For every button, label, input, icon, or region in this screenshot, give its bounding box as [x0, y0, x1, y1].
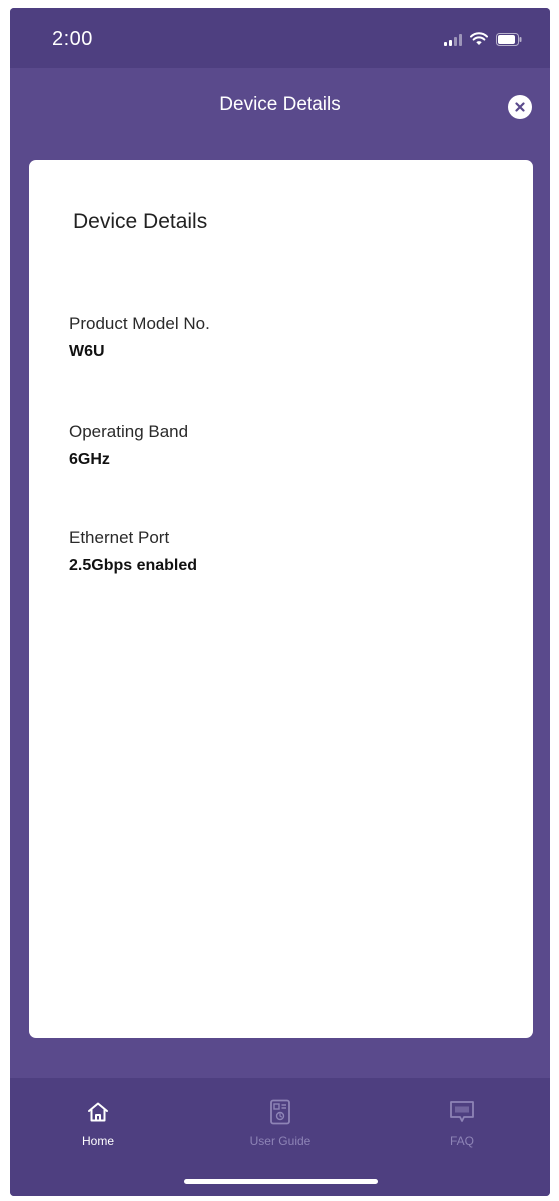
close-icon [515, 102, 525, 112]
status-icons [444, 32, 522, 46]
tab-user-guide[interactable]: User Guide [220, 1098, 340, 1148]
device-details-card: Device Details Product Model No. W6U Ope… [29, 160, 533, 1038]
home-indicator [184, 1179, 378, 1184]
field-label: Operating Band [69, 422, 189, 441]
phone-screen: 2:00 Device Details Device Details Produ… [10, 8, 550, 1196]
field-label: Ethernet Port [69, 528, 170, 547]
field-value: W6U [69, 343, 105, 360]
wifi-icon [470, 32, 488, 46]
status-bar: 2:00 [10, 8, 550, 68]
page-title: Device Details [219, 94, 341, 115]
battery-icon [496, 33, 522, 46]
home-icon [88, 1102, 108, 1122]
tab-label: Home [81, 1134, 114, 1148]
header: Device Details [10, 68, 550, 148]
operating-band-field: Operating Band 6GHz [69, 422, 188, 469]
product-model-field: Product Model No. W6U [69, 314, 210, 361]
tab-faq[interactable]: FAQ [402, 1098, 522, 1148]
ethernet-port-field: Ethernet Port 2.5Gbps enabled [69, 528, 197, 575]
close-button[interactable] [508, 95, 532, 119]
tab-label: User Guide [249, 1134, 311, 1148]
tab-label: FAQ [449, 1134, 474, 1148]
faq-icon [450, 1101, 474, 1122]
tab-home[interactable]: Home [38, 1098, 158, 1148]
field-label: Product Model No. [69, 314, 210, 333]
user-guide-icon [270, 1099, 290, 1125]
field-value: 6GHz [69, 451, 110, 468]
field-value: 2.5Gbps enabled [69, 557, 198, 574]
status-time: 2:00 [52, 28, 93, 50]
cellular-signal-icon [444, 34, 462, 46]
card-title: Device Details [73, 210, 208, 233]
